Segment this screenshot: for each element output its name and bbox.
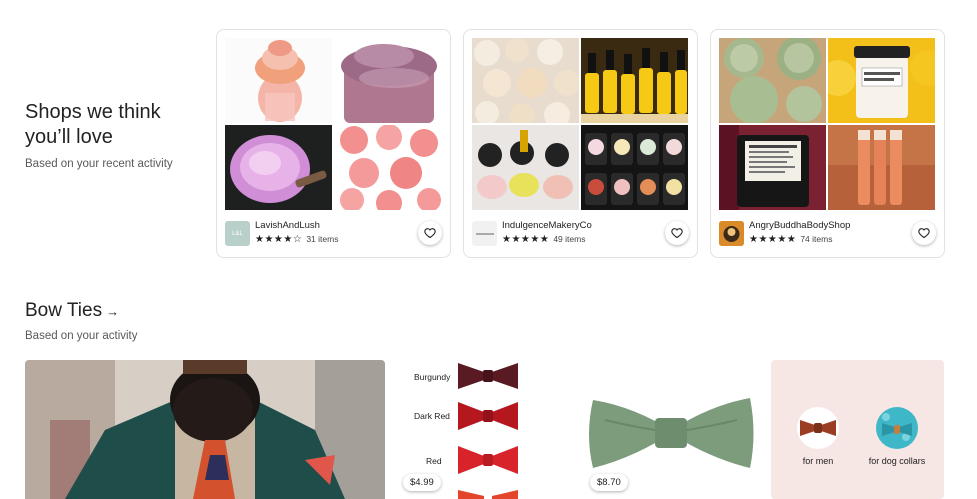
- star-rating: ★★★★★: [502, 234, 550, 245]
- shop-image-grid[interactable]: [719, 38, 936, 210]
- bow-ties-title[interactable]: Bow Ties →: [25, 300, 119, 322]
- bow-tie-product-card[interactable]: Burgundy Dark Red Red $4.99: [398, 360, 571, 499]
- bow-tie-hero-image[interactable]: [25, 360, 385, 499]
- shop-card[interactable]: L&L LavishAndLush ★★★★☆ 31 items: [216, 29, 451, 258]
- category-for-dog-collars[interactable]: for dog collars: [857, 407, 937, 466]
- heart-icon: [918, 228, 930, 239]
- shop-avatar[interactable]: L&L: [225, 221, 250, 246]
- color-label: Burgundy: [414, 372, 451, 382]
- shop-image: [828, 125, 935, 210]
- shops-section-title: Shops we think you’ll love: [25, 101, 161, 148]
- shop-footer: AngryBuddhaBodyShop ★★★★★ 74 items: [719, 219, 936, 249]
- shop-image: [719, 125, 826, 210]
- bow-tie-category-card: for men for dog collars: [771, 360, 944, 499]
- star-rating: ★★★★★: [749, 234, 797, 245]
- buddha-avatar-icon: [719, 221, 744, 246]
- shops-section-heading: Shops we think you’ll love Based on your…: [25, 100, 205, 170]
- category-for-men[interactable]: for men: [778, 407, 858, 466]
- shop-rating: ★★★★★ 49 items: [502, 234, 585, 245]
- shop-item-count: 49 items: [553, 234, 586, 244]
- shop-avatar[interactable]: [719, 221, 744, 246]
- avatar-text: L&L: [232, 230, 243, 237]
- shop-name[interactable]: IndulgenceMakeryCo: [502, 220, 592, 231]
- shop-image: [334, 38, 441, 123]
- category-label: for men: [802, 456, 834, 466]
- shop-card[interactable]: AngryBuddhaBodyShop ★★★★★ 74 items: [710, 29, 945, 258]
- bow-ties-subtitle: Based on your activity: [25, 330, 138, 342]
- bow-ties-title-text: Bow Ties: [25, 300, 103, 321]
- color-label: Dark Red: [414, 411, 450, 421]
- shop-name[interactable]: AngryBuddhaBodyShop: [749, 220, 850, 231]
- shop-card[interactable]: IndulgenceMakeryCo ★★★★★ 49 items: [463, 29, 698, 258]
- category-label: for dog collars: [868, 456, 926, 466]
- shop-footer: IndulgenceMakeryCo ★★★★★ 49 items: [472, 219, 689, 249]
- shop-item-count: 74 items: [800, 234, 833, 244]
- shop-image: [472, 38, 579, 123]
- shop-image: [472, 125, 579, 210]
- heart-icon: [671, 228, 683, 239]
- shop-rating: ★★★★☆ 31 items: [255, 234, 338, 245]
- shop-image: [581, 38, 688, 123]
- star-rating: ★★★★☆: [255, 234, 303, 245]
- shop-item-count: 31 items: [306, 234, 339, 244]
- arrow-right-icon: →: [106, 304, 120, 319]
- shop-image: [334, 125, 441, 210]
- shop-footer: L&L LavishAndLush ★★★★☆ 31 items: [225, 219, 442, 249]
- page: Shops we think you’ll love Based on your…: [0, 0, 977, 499]
- favorite-button[interactable]: [418, 221, 442, 245]
- bow-tie-product-card[interactable]: $8.70: [585, 360, 758, 499]
- shop-image: [828, 38, 935, 123]
- price-badge: $4.99: [403, 474, 441, 491]
- shop-image: [581, 125, 688, 210]
- shop-name[interactable]: LavishAndLush: [255, 220, 320, 231]
- color-label: Red: [426, 456, 442, 466]
- favorite-button[interactable]: [912, 221, 936, 245]
- price-badge: $8.70: [590, 474, 628, 491]
- shop-rating: ★★★★★ 74 items: [749, 234, 832, 245]
- favorite-button[interactable]: [665, 221, 689, 245]
- heart-icon: [424, 228, 436, 239]
- shop-image: [225, 125, 332, 210]
- shops-section-subtitle: Based on your recent activity: [25, 158, 173, 170]
- shop-image: [225, 38, 332, 123]
- shop-image-grid[interactable]: [225, 38, 442, 210]
- category-image: [797, 407, 839, 449]
- shop-avatar[interactable]: [472, 221, 497, 246]
- shop-image-grid[interactable]: [472, 38, 689, 210]
- indulgence-avatar-icon: [475, 232, 494, 235]
- category-image: [876, 407, 918, 449]
- shop-image: [719, 38, 826, 123]
